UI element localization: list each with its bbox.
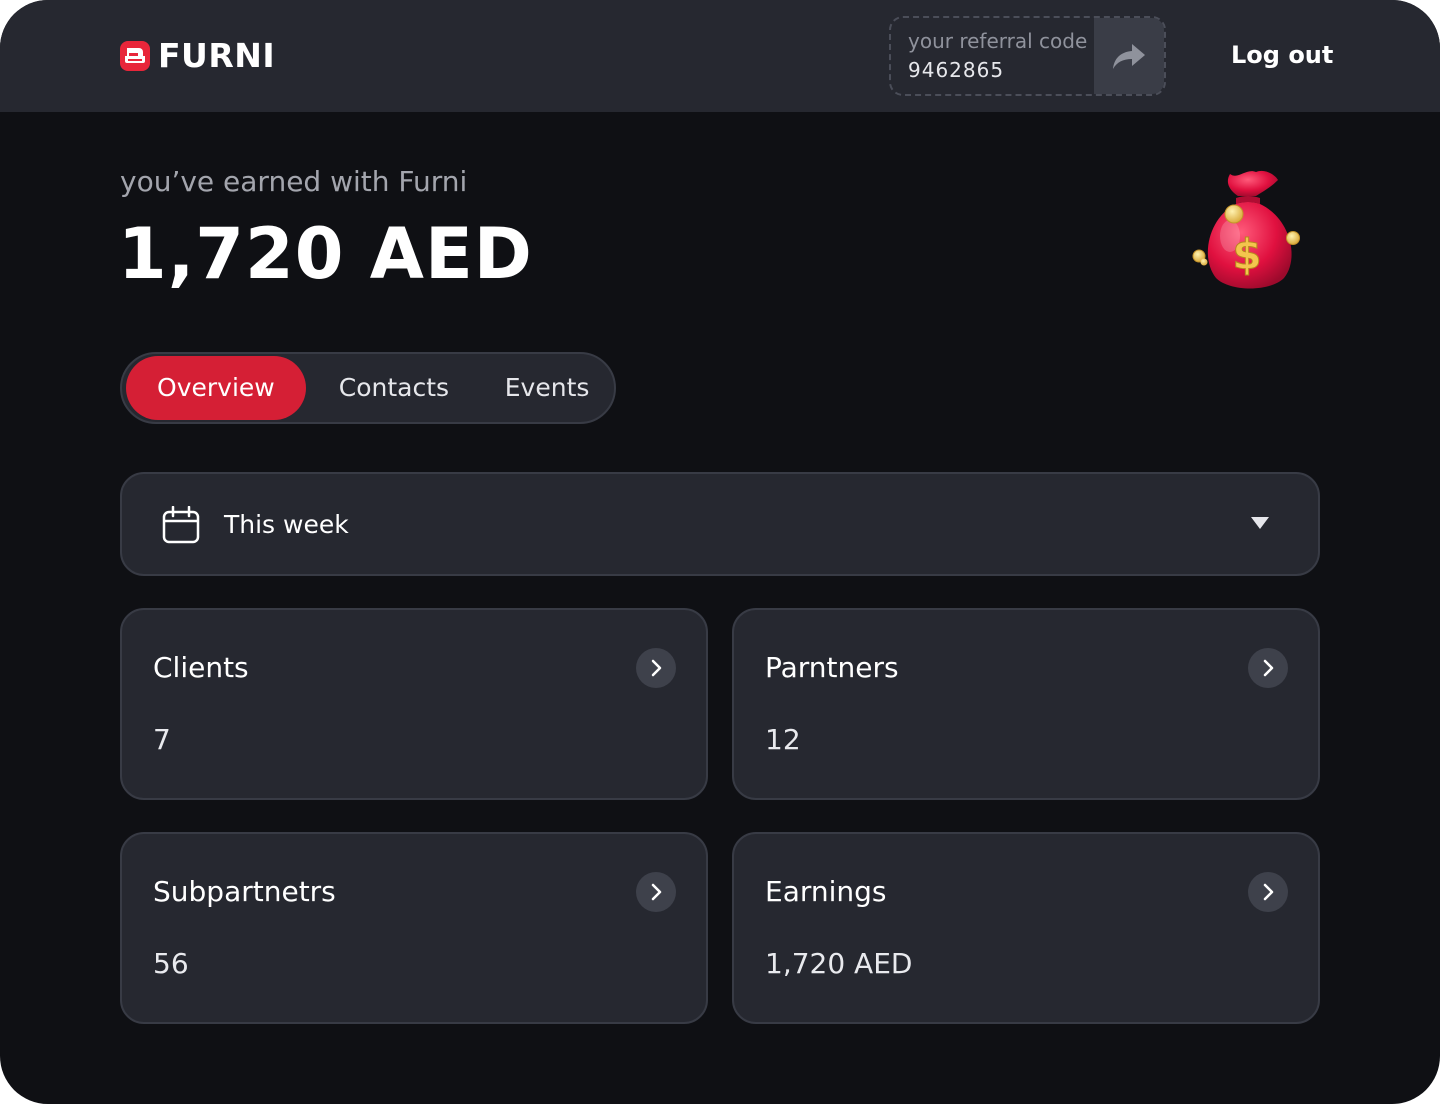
chevron-right-icon[interactable] xyxy=(636,648,676,688)
card-value: 56 xyxy=(153,947,189,980)
app-window: FURNI your referral code 9462865 Log out… xyxy=(0,0,1440,1104)
card-title: Earnings xyxy=(765,875,887,908)
furni-logo-icon xyxy=(120,41,150,71)
earnings-amount: 1,720 AED xyxy=(118,213,533,295)
share-referral-button[interactable] xyxy=(1094,18,1164,94)
tab-events[interactable]: Events xyxy=(505,356,614,420)
card-value: 1,720 AED xyxy=(765,947,913,980)
partners-card[interactable]: Parntners 12 xyxy=(732,608,1320,800)
referral-text: your referral code 9462865 xyxy=(891,18,1094,94)
share-arrow-icon xyxy=(1113,44,1145,69)
card-title: Parntners xyxy=(765,651,899,684)
chevron-right-icon[interactable] xyxy=(636,872,676,912)
caret-down-icon xyxy=(1251,517,1269,529)
earnings-label: you’ve earned with Furni xyxy=(120,165,468,198)
brand-logo[interactable]: FURNI xyxy=(120,38,275,74)
referral-code[interactable]: 9462865 xyxy=(908,55,1094,85)
tab-contacts[interactable]: Contacts xyxy=(339,356,478,420)
chevron-right-icon[interactable] xyxy=(1248,872,1288,912)
logout-button[interactable]: Log out xyxy=(1231,38,1333,72)
period-selected-value: This week xyxy=(224,510,349,539)
chevron-right-icon[interactable] xyxy=(1248,648,1288,688)
calendar-icon xyxy=(162,506,200,544)
card-title: Subpartnetrs xyxy=(153,875,336,908)
view-tabs: Overview Contacts Events xyxy=(120,352,616,424)
top-bar: FURNI your referral code 9462865 Log out xyxy=(0,0,1440,112)
clients-card[interactable]: Clients 7 xyxy=(120,608,708,800)
svg-text:$: $ xyxy=(1232,230,1261,279)
referral-label: your referral code xyxy=(908,29,1088,53)
card-title: Clients xyxy=(153,651,249,684)
earnings-card[interactable]: Earnings 1,720 AED xyxy=(732,832,1320,1024)
tab-overview[interactable]: Overview xyxy=(126,356,306,420)
card-value: 7 xyxy=(153,723,171,756)
referral-code-box[interactable]: your referral code 9462865 xyxy=(889,16,1166,96)
money-bag-icon: $ xyxy=(1192,170,1300,289)
subpartners-card[interactable]: Subpartnetrs 56 xyxy=(120,832,708,1024)
card-value: 12 xyxy=(765,723,801,756)
brand-name: FURNI xyxy=(158,36,276,75)
period-select[interactable]: This week xyxy=(120,472,1320,576)
